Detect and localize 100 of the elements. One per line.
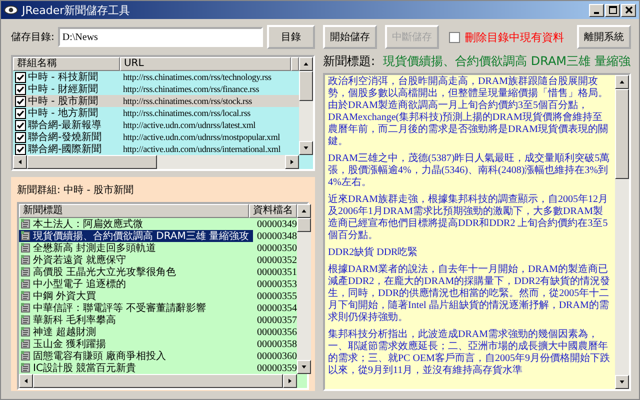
news-item[interactable]: 中華信評：聯電評等 不受審董請辭影響 <box>19 302 253 314</box>
checkbox[interactable] <box>15 72 26 82</box>
eye-icon <box>4 4 18 16</box>
checkbox[interactable] <box>15 108 26 118</box>
group-url: http://active.udn.com/udnrss/latest.xml <box>123 120 256 130</box>
group-name: 聯合網-最新報導 <box>28 118 103 132</box>
column-header[interactable]: 群組名稱 <box>13 57 120 71</box>
file-name: 00000355 <box>256 290 297 302</box>
group-url: http://active.udn.com/udnrss/mostpopular.xml <box>123 132 280 142</box>
headline-label: 新聞標題: <box>323 52 376 70</box>
document-icon <box>21 267 31 277</box>
checkbox[interactable] <box>15 132 26 142</box>
window-title: JReader新聞儲存工具 <box>22 2 130 18</box>
triangle-icon <box>287 378 293 384</box>
group-row[interactable]: 中時 - 地方新聞 http://rss.chinatimes.com/rss/local.rss <box>13 107 299 119</box>
news-item[interactable]: 中鋼 外資大買 <box>19 290 253 302</box>
news-item[interactable]: 現貨價續揚、合約價欲調高 DRAM三雄 量縮強攻 <box>19 230 253 242</box>
column-header[interactable]: 資料檔名 <box>249 204 297 218</box>
scrollbar-thumb[interactable] <box>27 155 157 169</box>
browse-button[interactable]: 目錄 <box>267 25 315 49</box>
close-button[interactable] <box>621 4 636 16</box>
directory-field[interactable]: D:\News <box>58 27 264 47</box>
file-name: 00000352 <box>256 254 297 266</box>
group-row[interactable]: 聯合網-發燒新聞 http://active.udn.com/udnrss/mostpopular.xml <box>13 131 299 143</box>
close-icon <box>624 6 632 14</box>
triangle-icon <box>619 79 625 85</box>
scroll-arrow-button[interactable] <box>19 374 33 388</box>
vertical-scrollbar[interactable] <box>299 57 313 155</box>
exit-button[interactable]: 離開系統 <box>577 25 631 49</box>
checkbox[interactable] <box>15 96 26 106</box>
column-header[interactable]: URL <box>120 57 291 71</box>
scrollbar-thumb[interactable] <box>297 218 311 232</box>
document-icon <box>21 303 31 313</box>
group-row[interactable]: 中時 - 股市新聞 http://rss.chinatimes.com/rss/stock.rss <box>13 95 299 107</box>
column-header[interactable] <box>291 57 299 71</box>
news-item[interactable]: 玉山金 獲利躍揚 <box>19 338 253 350</box>
scroll-arrow-button[interactable] <box>285 155 299 169</box>
file-name: 00000353 <box>256 278 297 290</box>
triangle-icon <box>619 379 625 385</box>
vertical-scrollbar[interactable] <box>615 75 629 389</box>
document-icon <box>21 363 31 373</box>
group-row[interactable]: 中時 - 財經新聞 http://rss.chinatimes.com/rss/finance.rss <box>13 83 299 95</box>
scrollbar-thumb[interactable] <box>299 71 313 101</box>
news-item[interactable]: 華新科 毛利率攀高 <box>19 314 253 326</box>
checkbox[interactable] <box>15 84 26 94</box>
group-row[interactable]: 聯合網-國際新聞 http://active.udn.com/udnrss/international.xml <box>13 143 299 155</box>
document-icon <box>21 279 31 289</box>
news-item[interactable]: 神達 超越財測 <box>19 326 253 338</box>
news-item[interactable]: 全懋新高 封測走回多頭軌道 <box>19 242 253 254</box>
headline-text: 現貨價續揚、合約價欲調高 DRAM三雄 量縮強 <box>383 52 630 70</box>
scroll-arrow-button[interactable] <box>297 360 311 374</box>
scroll-arrow-button[interactable] <box>299 141 313 155</box>
scroll-arrow-button[interactable] <box>13 155 27 169</box>
triangle-icon <box>17 159 23 165</box>
news-item[interactable]: 中小型電子 追逐標的 <box>19 278 253 290</box>
vertical-scrollbar[interactable] <box>297 204 311 374</box>
scroll-arrow-button[interactable] <box>615 375 629 389</box>
scroll-arrow-button[interactable] <box>299 57 313 71</box>
group-name: 聯合網-發燒新聞 <box>28 130 103 144</box>
news-group-label: 新聞群組: 中時 - 股市新聞 <box>17 184 135 197</box>
horizontal-scrollbar[interactable] <box>13 155 299 169</box>
triangle-icon <box>23 378 29 384</box>
file-name: 00000354 <box>256 302 297 314</box>
column-header[interactable]: 新聞標題 <box>19 204 249 218</box>
directory-label: 儲存目錄: <box>11 30 54 44</box>
file-name: 00000350 <box>256 242 297 254</box>
scroll-arrow-button[interactable] <box>297 204 311 218</box>
article-paragraph: DDR2缺貨 DDR吃緊 <box>328 247 419 259</box>
group-url: http://rss.chinatimes.com/rss/technology.rss <box>123 72 272 82</box>
news-item[interactable]: 本土法人：阿扁效應式微 <box>19 218 253 230</box>
news-item[interactable]: 固態電容有賺頭 廠商爭相投入 <box>19 350 253 362</box>
triangle-icon <box>301 364 307 370</box>
checkbox[interactable] <box>15 120 26 130</box>
group-row[interactable]: 中時 - 科技新聞 http://rss.chinatimes.com/rss/technology.rss <box>13 71 299 83</box>
delete-option-label: 刪除目錄中現有資料 <box>465 30 564 44</box>
start-save-button[interactable]: 開始儲存 <box>323 25 377 49</box>
group-name: 中時 - 財經新聞 <box>28 82 99 96</box>
article-paragraph: 近來DRAM族群走強，根據集邦科技的調查顯示，自2005年12月及2006年1月DRAM需求比預期強勁的激勵下，大多數DRAM製造商已經宣布他們目標將提高DDR和DDR2 上旬合約價約在3至5個百分點。 <box>328 194 610 242</box>
news-item[interactable]: 高價股 王晶光大立光攻擊很角色 <box>19 266 253 278</box>
group-name: 中時 - 股市新聞 <box>28 94 99 108</box>
maximize-button[interactable] <box>605 4 620 16</box>
document-icon <box>21 327 31 337</box>
news-item[interactable]: IC設計股 競當百元新貴 <box>19 362 253 374</box>
document-icon <box>21 315 31 325</box>
document-icon <box>21 351 31 361</box>
file-name: 00000349 <box>256 218 297 230</box>
article-textbox[interactable] <box>323 73 631 391</box>
scroll-arrow-button[interactable] <box>283 374 297 388</box>
news-item[interactable]: 外資若遠資 就應保守 <box>19 254 253 266</box>
minimize-button[interactable] <box>589 4 604 16</box>
group-row[interactable]: 聯合網-最新報導 http://active.udn.com/udnrss/latest.xml <box>13 119 299 131</box>
scroll-arrow-button[interactable] <box>615 75 629 89</box>
file-name: 00000348 <box>256 230 297 242</box>
document-icon <box>21 243 31 253</box>
scrollbar-thumb[interactable] <box>615 89 629 179</box>
triangle-icon <box>301 208 307 214</box>
article-paragraph: 集邦科技分析指出，此波造成DRAM需求強勁的幾個因素為，一、耶誕節需求效應延長；二、亞洲市場的成長擴大中國農曆年的需求；三、就PC OEM客戶而言，自2005年9月份價格開始下跌以來，從9月到11月，並沒有維持高存貨水準 <box>328 329 611 377</box>
checkbox[interactable] <box>449 32 460 42</box>
checkbox[interactable] <box>15 144 26 154</box>
file-name: 00000358 <box>256 338 297 350</box>
